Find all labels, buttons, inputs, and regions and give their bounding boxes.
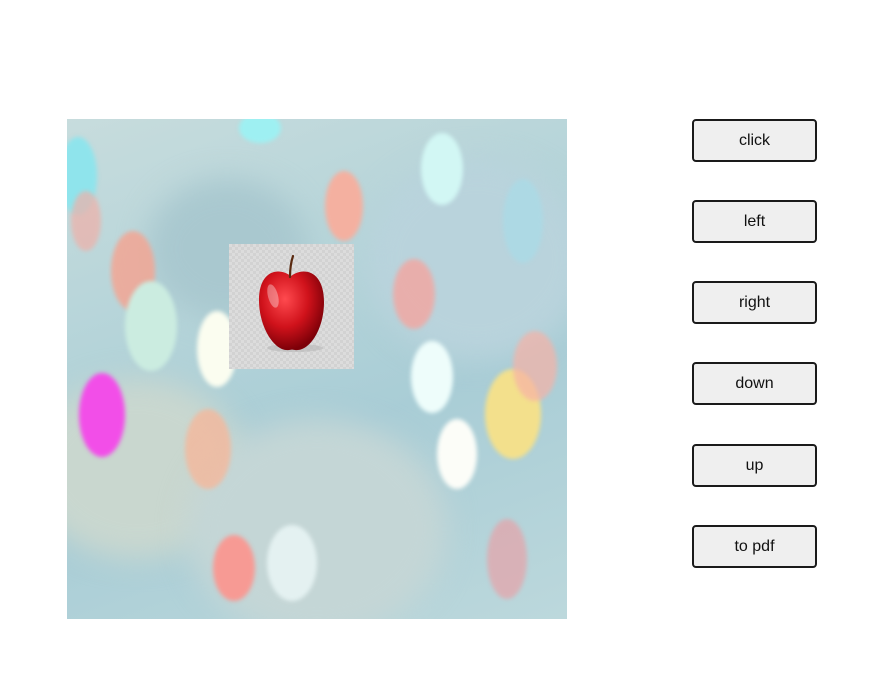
down-button[interactable]: down	[692, 362, 817, 405]
click-button[interactable]: click	[692, 119, 817, 162]
left-button[interactable]: left	[692, 200, 817, 243]
right-button[interactable]: right	[692, 281, 817, 324]
bokeh-light	[513, 331, 557, 401]
bokeh-light	[487, 519, 527, 599]
bokeh-light	[267, 525, 317, 601]
bokeh-light	[421, 133, 463, 205]
bokeh-light	[125, 281, 177, 371]
bokeh-light	[503, 179, 543, 263]
bokeh-light	[213, 535, 255, 601]
apple-icon	[259, 254, 324, 352]
bokeh-light	[437, 419, 477, 489]
bokeh-light	[393, 259, 435, 329]
bokeh-light	[185, 409, 231, 489]
to-pdf-button[interactable]: to pdf	[692, 525, 817, 568]
bokeh-light	[79, 373, 125, 457]
up-button[interactable]: up	[692, 444, 817, 487]
canvas-stage	[67, 119, 567, 619]
apple-sprite[interactable]	[229, 244, 354, 369]
bokeh-light	[367, 159, 567, 359]
bokeh-light	[325, 171, 363, 241]
bokeh-light	[239, 119, 281, 143]
bokeh-light	[71, 191, 101, 251]
bokeh-light	[411, 341, 453, 413]
